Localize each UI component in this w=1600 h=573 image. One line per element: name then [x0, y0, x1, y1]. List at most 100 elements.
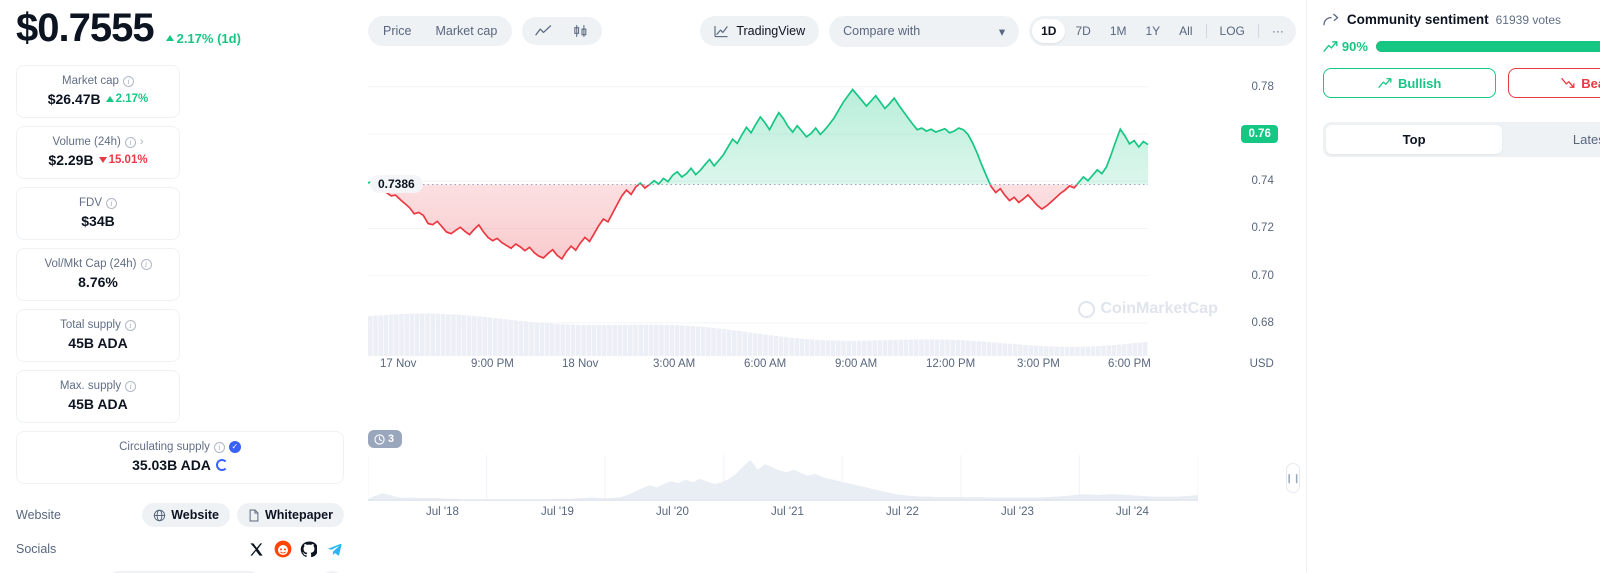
website-row-actions: Website Whitepaper	[142, 503, 344, 527]
stat-value-text: $2.29B	[48, 152, 94, 168]
chart-panel: Price Market cap TradingView Compare wit…	[360, 0, 1306, 573]
sentiment-votes: 61939 votes	[1495, 12, 1562, 27]
stat-card-volume-24h[interactable]: Volume (24h) i › $2.29B 15.01%	[16, 126, 180, 179]
x-icon[interactable]	[247, 540, 266, 559]
sentiment-header: Community sentiment 61939 votes	[1323, 12, 1600, 27]
stat-label-text: FDV	[79, 197, 102, 209]
stat-label-text: Vol/Mkt Cap (24h)	[44, 258, 137, 270]
tab-top[interactable]: Top	[1325, 125, 1503, 154]
info-icon[interactable]: i	[125, 380, 137, 392]
range-1m[interactable]: 1M	[1101, 19, 1136, 43]
stat-cards: Market cap i $26.47B 2.17% Volume (24h) …	[16, 65, 344, 484]
reference-price-label: 0.7386	[370, 174, 423, 193]
github-icon[interactable]	[299, 540, 318, 559]
website-button[interactable]: Website	[142, 503, 230, 527]
compare-with-dropdown[interactable]: Compare with ▾	[829, 15, 1020, 47]
current-price: $0.7555	[16, 6, 155, 50]
trend-up-icon	[1323, 41, 1338, 52]
stat-value: 35.03B ADA	[23, 457, 337, 473]
coin-links: Website Website Whitepaper Socials	[16, 498, 344, 573]
x-axis: 17 Nov 9:00 PM 18 Nov 3:00 AM 6:00 AM 9:00 AM…	[368, 358, 1296, 380]
info-icon[interactable]: i	[124, 319, 136, 331]
tab-market-cap[interactable]: Market cap	[423, 19, 509, 43]
sentiment-bar-row: 90% 10%	[1323, 39, 1600, 54]
info-icon[interactable]: i	[213, 441, 225, 453]
history-clock-icon	[374, 433, 385, 445]
mini-chart-x-axis: Jul '18 Jul '19 Jul '20 Jul '21 Jul '22 Jul '…	[368, 506, 1296, 522]
stat-label: Market cap i	[23, 75, 173, 87]
stat-value-text: $26.47B	[47, 91, 101, 107]
socials-row-actions	[247, 540, 344, 559]
bullish-vote-button[interactable]: Bullish	[1322, 68, 1497, 98]
info-icon[interactable]: i	[124, 136, 136, 148]
document-icon	[249, 508, 259, 522]
stat-card-circulating-supply[interactable]: Circulating supply i ✓ 35.03B ADA	[16, 431, 344, 484]
coin-stats-sidebar: $0.7555 2.17% (1d) Market cap i $26.47B …	[0, 0, 360, 573]
stat-card-vol-mkt-cap[interactable]: Vol/Mkt Cap (24h) i 8.76%	[16, 248, 180, 301]
stat-value-text: 8.76%	[78, 274, 118, 290]
mini-x-axis-tick: Jul '22	[886, 506, 919, 518]
stat-change: 15.01%	[98, 154, 148, 166]
cmc-logo-icon	[1077, 300, 1095, 318]
main-chart[interactable]: 0.7386 CoinMarketCap 0.78 0.76 0.74 0.72 0.7…	[368, 56, 1296, 370]
info-icon[interactable]: i	[122, 75, 134, 87]
tab-latest[interactable]: Latest	[1502, 125, 1600, 154]
x-axis-tick: 12:00 PM	[926, 358, 976, 370]
y-axis-tick: 0.78	[1251, 80, 1274, 93]
y-axis-tick: 0.72	[1251, 222, 1274, 235]
stat-label-text: Total supply	[60, 319, 121, 331]
mini-chart-drag-handle[interactable]: ❙❙	[1285, 463, 1300, 493]
x-axis-tick: 17 Nov	[380, 358, 417, 370]
tradingview-button[interactable]: TradingView	[700, 16, 820, 46]
coinmarketcap-watermark: CoinMarketCap	[1077, 300, 1218, 318]
link-row-socials: Socials	[16, 532, 344, 566]
stat-card-market-cap[interactable]: Market cap i $26.47B 2.17%	[16, 65, 180, 118]
stat-card-total-supply[interactable]: Total supply i 45B ADA	[16, 309, 180, 362]
range-1y[interactable]: 1Y	[1136, 19, 1169, 43]
tab-price[interactable]: Price	[371, 19, 423, 43]
current-price-badge: 0.76	[1241, 124, 1278, 143]
line-chart-icon[interactable]	[525, 20, 562, 42]
whitepaper-button[interactable]: Whitepaper	[236, 503, 344, 527]
caret-up-icon	[105, 96, 114, 102]
history-badge-count: 3	[388, 433, 395, 445]
tradingview-chart-icon	[714, 25, 729, 37]
bullish-vote-label: Bullish	[1397, 75, 1442, 91]
stat-change-text: 15.01%	[108, 154, 148, 166]
sentiment-title: Community sentiment	[1346, 12, 1489, 27]
stat-value-text: $34B	[81, 213, 115, 229]
telegram-icon[interactable]	[325, 540, 344, 559]
stat-card-fdv[interactable]: FDV i $34B	[16, 187, 180, 240]
verified-check-icon: ✓	[228, 441, 241, 453]
range-1d[interactable]: 1D	[1032, 19, 1066, 43]
trend-up-icon	[1378, 78, 1392, 88]
info-icon[interactable]: i	[140, 258, 152, 270]
mini-x-axis-tick: Jul '20	[656, 506, 689, 518]
mini-overview-chart[interactable]: ❙❙ Jul '18 Jul '19 Jul '20 Jul '21 Jul '22 Ju…	[367, 455, 1300, 525]
info-icon[interactable]: i	[106, 197, 117, 209]
log-scale-button[interactable]: LOG	[1211, 19, 1254, 43]
bearish-vote-button[interactable]: Bearish	[1508, 68, 1600, 98]
x-axis-tick: 9:00 AM	[835, 358, 878, 370]
price-header: $0.7555 2.17% (1d)	[16, 0, 344, 65]
range-all[interactable]: All	[1170, 19, 1201, 43]
range-7d[interactable]: 7D	[1066, 19, 1099, 43]
mini-x-axis-tick: Jul '18	[426, 506, 459, 518]
more-options-button[interactable]: ···	[1263, 19, 1293, 43]
website-row-label: Website	[16, 508, 61, 522]
stat-label-text: Volume (24h)	[52, 136, 121, 148]
sentiment-bar	[1375, 41, 1600, 52]
history-badge[interactable]: 3	[368, 430, 403, 448]
crypto-coin-page: $0.7555 2.17% (1d) Market cap i $26.47B …	[0, 0, 1600, 573]
x-axis-tick: 3:00 PM	[1017, 358, 1060, 370]
caret-down-icon	[98, 157, 107, 163]
mini-area-fill	[368, 460, 1198, 501]
chevron-right-icon[interactable]: ›	[140, 136, 144, 148]
stat-label: Vol/Mkt Cap (24h) i	[23, 258, 173, 270]
candlestick-icon[interactable]	[562, 20, 599, 42]
reddit-icon[interactable]	[273, 540, 292, 559]
y-axis-tick: 0.70	[1251, 269, 1274, 282]
stat-card-max-supply[interactable]: Max. supply i 45B ADA	[16, 370, 180, 423]
y-axis-tick: 0.74	[1251, 175, 1274, 188]
whitepaper-button-label: Whitepaper	[264, 508, 333, 522]
